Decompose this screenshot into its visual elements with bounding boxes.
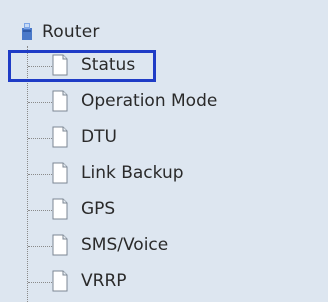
tree-item-label: Link Backup xyxy=(81,163,184,183)
tree-item-gps[interactable]: GPS xyxy=(28,192,328,228)
tree-connector xyxy=(28,210,52,211)
tree-item-operation-mode[interactable]: Operation Mode xyxy=(28,84,328,120)
tree-item-label: Status xyxy=(81,55,136,75)
tree-item-label: SMS/Voice xyxy=(81,235,169,255)
document-icon xyxy=(52,234,68,256)
navigation-tree: Router Status Operation Mode DTU Link Ba… xyxy=(0,0,328,302)
document-icon xyxy=(52,270,68,292)
document-icon xyxy=(52,198,68,220)
tree-item-dtu[interactable]: DTU xyxy=(28,120,328,156)
tree-item-label: VRRP xyxy=(81,271,127,291)
tree-item-label: GPS xyxy=(81,199,116,219)
tree-root-label: Router xyxy=(42,22,100,42)
tree-item-label: DTU xyxy=(81,127,117,147)
tree-connector xyxy=(28,102,52,103)
document-icon xyxy=(52,162,68,184)
tree-item-label: Operation Mode xyxy=(81,91,218,111)
tree-connector xyxy=(28,138,52,139)
tree-item-link-backup[interactable]: Link Backup xyxy=(28,156,328,192)
tree-root-router[interactable]: Router xyxy=(20,20,100,44)
tree-item-sms-voice[interactable]: SMS/Voice xyxy=(28,228,328,264)
tree-item-vrrp[interactable]: VRRP xyxy=(28,264,328,300)
document-icon xyxy=(52,126,68,148)
tree-connector xyxy=(28,282,52,283)
document-icon xyxy=(52,54,68,76)
tree-connector xyxy=(28,174,52,175)
document-icon xyxy=(52,90,68,112)
tree-connector xyxy=(28,66,52,67)
tree-item-status[interactable]: Status xyxy=(28,48,328,84)
tree-connector xyxy=(28,246,52,247)
router-icon xyxy=(22,23,32,40)
